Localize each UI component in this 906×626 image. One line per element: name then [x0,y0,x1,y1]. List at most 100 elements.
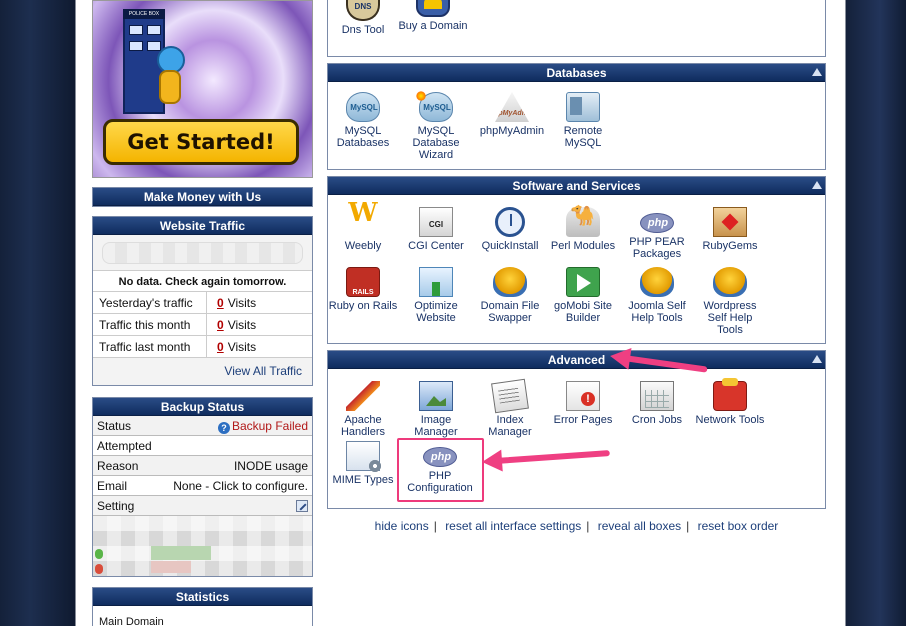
item-label: Apache Handlers [340,414,386,438]
item-label: QuickInstall [481,240,539,252]
blurred-backup-details [93,516,312,576]
item-label: CGI Center [408,240,464,252]
traffic-row: Traffic this month 0 Visits [93,314,312,336]
item-label: Perl Modules [550,240,616,252]
optimize-icon [419,267,453,297]
play-icon [566,267,600,297]
backup-row-label: Setting [97,499,135,513]
toolbox-icon [713,378,747,411]
error-indicator-icon [95,564,103,574]
apache-feather-icon [346,381,380,411]
promo-banner[interactable]: POLICE BOX Get Started! [92,0,313,178]
traffic-row-label: Traffic this month [93,314,207,335]
get-started-button[interactable]: Get Started! [103,119,299,165]
hide-icons-link[interactable]: hide icons [375,519,429,533]
traffic-count-link[interactable]: 0 [217,318,224,332]
apache-handlers-item[interactable]: Apache Handlers [328,381,398,438]
statistics-box: Statistics Main Domain [92,587,313,626]
weebly-item[interactable]: Weebly [328,207,398,252]
footer-links: hide icons | reset all interface settings… [327,519,826,533]
traffic-row-label: Traffic last month [93,336,207,357]
rubygems-icon [713,207,747,237]
buy-domain-item[interactable]: Buy a Domain [398,0,468,32]
index-manager-item[interactable]: Index Manager [475,378,545,438]
optimize-website-item[interactable]: Optimize Website [401,267,471,324]
backup-row-label: Attempted [97,439,152,453]
traffic-unit: Visits [227,296,257,310]
help-icon[interactable]: ? [217,422,230,434]
databases-title[interactable]: Databases [328,64,825,82]
backup-row-status: Status ? Backup Failed [93,416,312,436]
cgi-icon [419,207,453,237]
traffic-nodata-message: No data. Check again tomorrow. [93,270,312,292]
website-traffic-box: Website Traffic No data. Check again tom… [92,216,313,386]
backup-row-email: Email None - Click to configure. [93,476,312,496]
error-pages-item[interactable]: Error Pages [548,381,618,426]
domains-box: Dns Tool Buy a Domain [327,0,826,57]
hostgator-icon [713,267,747,297]
item-label: phpMyAdmin [479,125,545,137]
collapse-icon[interactable] [812,68,822,76]
view-all-traffic-link[interactable]: View All Traffic [93,364,312,378]
backup-row-label: Reason [97,459,139,473]
traffic-count-link[interactable]: 0 [217,340,224,354]
main-domain-label: Main Domain [99,616,164,626]
item-label: Ruby on Rails [328,300,398,312]
network-tools-item[interactable]: Network Tools [695,378,765,426]
statistics-title: Statistics [93,588,312,606]
shopping-cart-icon [416,0,450,17]
mysql-icon [346,92,381,122]
perl-modules-item[interactable]: Perl Modules [548,207,618,252]
backup-row-reason: Reason INODE usage [93,456,312,476]
software-services-title[interactable]: Software and Services [328,177,825,195]
backup-row-setting: Setting [93,496,312,516]
wordpress-help-item[interactable]: Wordpress Self Help Tools [695,267,765,336]
success-indicator-icon [95,549,103,559]
backup-row-label: Email [97,479,128,493]
software-services-box: Software and Services Weebly CGI Center … [327,176,826,344]
reset-settings-link[interactable]: reset all interface settings [445,519,581,533]
item-label: Index Manager [488,414,532,438]
ruby-on-rails-item[interactable]: Ruby on Rails [328,267,398,312]
dns-tool-item[interactable]: Dns Tool [328,0,398,36]
remote-mysql-icon [566,92,600,122]
advanced-title[interactable]: Advanced [328,351,825,369]
item-label: Network Tools [695,414,765,426]
traffic-count-link[interactable]: 0 [217,296,224,310]
document-icon [491,378,529,414]
remote-mysql-item[interactable]: Remote MySQL [548,92,618,149]
rubygems-item[interactable]: RubyGems [695,207,765,252]
backup-row-value: INODE usage [233,459,308,473]
image-manager-item[interactable]: Image Manager [401,381,471,438]
edit-icon[interactable] [296,500,308,512]
phpmyadmin-item[interactable]: phpMyAdmin [477,92,547,137]
backup-status-title: Backup Status [93,398,312,416]
databases-box: Databases MySQL Databases MySQL Database… [327,63,826,170]
mascot-illustration [153,46,187,108]
configure-email-link[interactable]: None - Click to configure. [173,476,308,495]
reset-order-link[interactable]: reset box order [698,519,779,533]
item-label: goMobi Site Builder [553,300,613,324]
php-pear-item[interactable]: PHP PEAR Packages [622,207,692,260]
joomla-help-item[interactable]: Joomla Self Help Tools [622,267,692,324]
camel-icon [566,207,600,237]
make-money-title[interactable]: Make Money with Us [93,188,312,206]
cgi-center-item[interactable]: CGI Center [401,207,471,252]
gomobi-item[interactable]: goMobi Site Builder [548,267,618,324]
mysql-wizard-item[interactable]: MySQL Database Wizard [401,91,471,161]
collapse-icon[interactable] [812,181,822,189]
domain-file-swapper-item[interactable]: Domain File Swapper [475,267,545,324]
item-label: RubyGems [702,240,758,252]
item-label: Wordpress Self Help Tools [703,300,757,336]
collapse-icon[interactable] [812,355,822,363]
cron-jobs-item[interactable]: Cron Jobs [622,381,692,426]
make-money-box[interactable]: Make Money with Us [92,187,313,207]
quickinstall-item[interactable]: QuickInstall [475,207,545,252]
mime-types-item[interactable]: MIME Types [328,441,398,486]
reveal-boxes-link[interactable]: reveal all boxes [598,519,681,533]
backup-failed-link[interactable]: Backup Failed [232,419,308,433]
traffic-unit: Visits [227,318,257,332]
mysql-databases-item[interactable]: MySQL Databases [328,92,398,149]
item-label: Error Pages [553,414,613,426]
backup-status-box: Backup Status Status ? Backup Failed Atte… [92,397,313,577]
